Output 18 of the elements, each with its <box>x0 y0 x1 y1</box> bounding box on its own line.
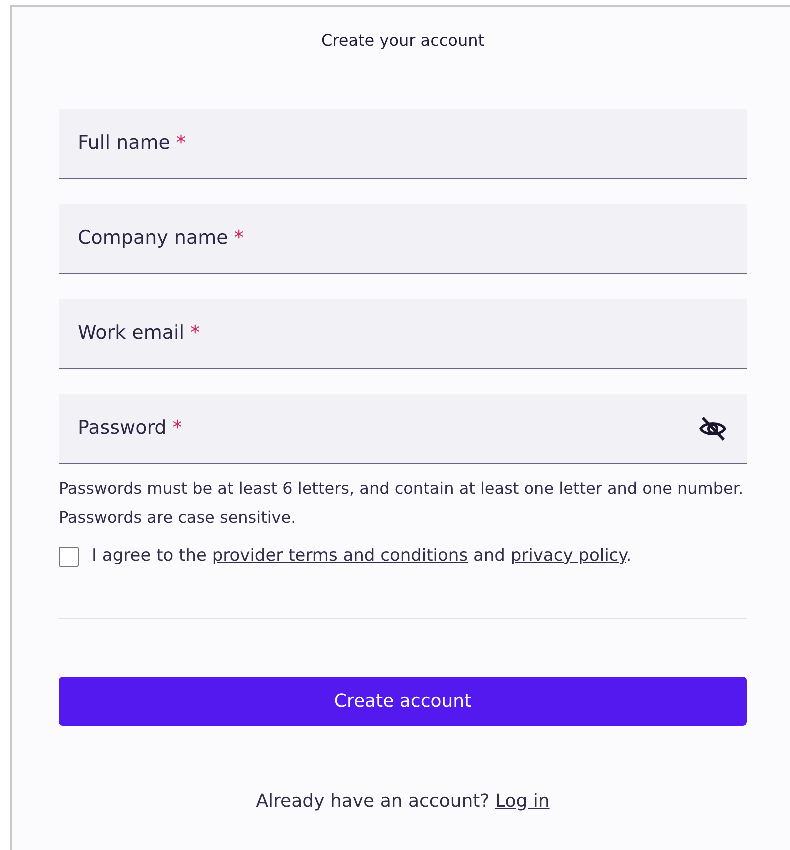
terms-link[interactable]: privacy policy <box>510 546 626 566</box>
field-label: Company name * <box>78 226 244 252</box>
page-title: Create your account <box>320 30 486 52</box>
field-label: Full name * <box>78 131 186 156</box>
field-label: Work email * <box>78 321 200 346</box>
terms-link[interactable]: provider terms and conditions <box>212 546 468 566</box>
create-account-button[interactable]: Create account <box>59 676 747 726</box>
password-field[interactable]: Password * <box>59 394 747 464</box>
login-prompt: Already have an account? Log in <box>255 790 551 814</box>
login-link[interactable]: Log in <box>495 790 550 812</box>
text-field[interactable]: Full name * <box>59 109 747 179</box>
hide-password-icon[interactable] <box>699 416 727 442</box>
agree-checkbox[interactable] <box>59 546 79 567</box>
text-field[interactable]: Company name * <box>59 204 747 274</box>
email-field[interactable]: Work email * <box>59 299 747 369</box>
agreement-text: I agree to the provider terms and conditions and privacy policy. <box>92 545 632 568</box>
field-label: Password * <box>78 416 182 442</box>
password-hint: Passwords must be at least 6 letters, and contain at least one letter and one number. Passwords are case sensitive. <box>59 478 745 529</box>
